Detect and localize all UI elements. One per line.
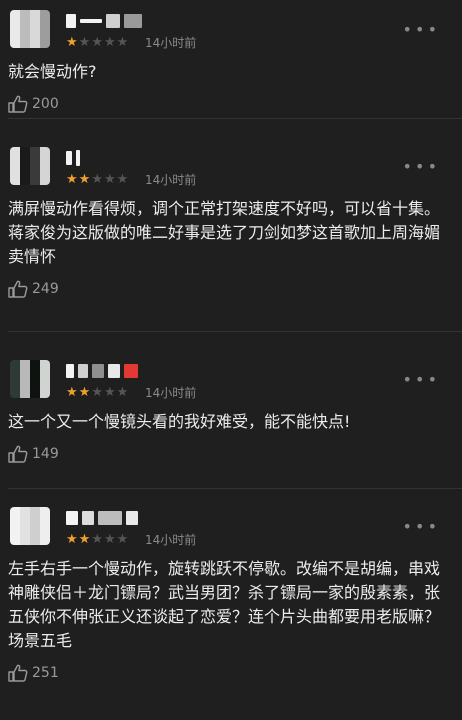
- star-icon: ★: [116, 35, 130, 50]
- like-button[interactable]: 251: [8, 653, 450, 693]
- thumbs-up-icon: [8, 95, 28, 113]
- star-icon: ★: [78, 172, 92, 187]
- star-icon: ★: [66, 385, 79, 400]
- star-icon: ★: [66, 532, 79, 547]
- star-icon: ★: [103, 172, 117, 187]
- star-icon: ★: [78, 35, 92, 50]
- comment-item: ★★★★★ 14小时前 • • • 左手右手一个慢动作，旋转跳跃不停歇。改编不是…: [0, 489, 462, 719]
- like-count: 149: [32, 446, 59, 462]
- star-icon: ★: [66, 35, 79, 50]
- comment-item: ★★★★★ 14小时前 • • • 满屏慢动作看得烦，调个正常打架速度不好吗，可…: [0, 119, 462, 331]
- comment-text: 这一个又一个慢镜头看的我好难受，能不能快点!: [8, 412, 351, 431]
- star-icon: ★: [91, 385, 104, 400]
- comment-item: ★★★★★ 14小时前 • • • 就会慢动作? 200: [0, 0, 462, 118]
- more-dots-icon[interactable]: • • •: [403, 370, 437, 389]
- thumbs-up-icon: [8, 280, 28, 298]
- username-blurred[interactable]: [66, 362, 138, 380]
- comment-header: ★★★★★ 14小时前 • • •: [8, 350, 450, 408]
- avatar[interactable]: [10, 507, 50, 545]
- like-count: 251: [32, 665, 59, 681]
- more-dots-icon[interactable]: • • •: [403, 157, 437, 176]
- star-rating: ★★★★★: [66, 36, 129, 50]
- username-blurred[interactable]: [66, 12, 142, 30]
- thumbs-up-icon: [8, 664, 28, 682]
- like-count: 200: [32, 96, 59, 112]
- timestamp: 14小时前: [145, 36, 197, 50]
- star-icon: ★: [91, 172, 104, 187]
- star-icon: ★: [91, 532, 104, 547]
- timestamp: 14小时前: [145, 173, 197, 187]
- avatar[interactable]: [10, 360, 50, 398]
- more-dots-icon[interactable]: • • •: [403, 20, 437, 39]
- comment-text: 左手右手一个慢动作，旋转跳跃不停歇。改编不是胡编，串戏神雕侠侣＋龙门镖局？武当男…: [8, 559, 441, 650]
- comment-text: 就会慢动作?: [8, 62, 97, 81]
- star-icon: ★: [103, 35, 117, 50]
- comment-feed: ★★★★★ 14小时前 • • • 就会慢动作? 200 ★★★★★ 14小时前…: [0, 0, 462, 720]
- star-rating: ★★★★★: [66, 386, 129, 400]
- star-icon: ★: [116, 172, 130, 187]
- thumbs-up-icon: [8, 445, 28, 463]
- star-icon: ★: [78, 532, 92, 547]
- username-blurred[interactable]: [66, 509, 138, 527]
- timestamp: 14小时前: [145, 533, 197, 547]
- star-icon: ★: [116, 532, 130, 547]
- comment-header: ★★★★★ 14小时前 • • •: [8, 0, 450, 58]
- comment-item: ★★★★★ 14小时前 • • • 这一个又一个慢镜头看的我好难受，能不能快点!…: [0, 332, 462, 488]
- more-dots-icon[interactable]: • • •: [403, 517, 437, 536]
- like-button[interactable]: 200: [8, 84, 450, 124]
- star-icon: ★: [103, 385, 117, 400]
- avatar[interactable]: [10, 10, 50, 48]
- comment-text: 满屏慢动作看得烦，调个正常打架速度不好吗，可以省十集。蒋家俊为这版做的唯二好事是…: [8, 199, 441, 266]
- star-icon: ★: [91, 35, 104, 50]
- like-button[interactable]: 249: [8, 269, 450, 309]
- star-rating: ★★★★★: [66, 533, 129, 547]
- star-icon: ★: [116, 385, 130, 400]
- like-count: 249: [32, 281, 59, 297]
- star-icon: ★: [66, 172, 79, 187]
- username-blurred[interactable]: [66, 149, 80, 167]
- avatar[interactable]: [10, 147, 50, 185]
- like-button[interactable]: 149: [8, 434, 450, 474]
- star-icon: ★: [103, 532, 117, 547]
- star-icon: ★: [78, 385, 92, 400]
- comment-header: ★★★★★ 14小时前 • • •: [8, 137, 450, 195]
- timestamp: 14小时前: [145, 386, 197, 400]
- comment-header: ★★★★★ 14小时前 • • •: [8, 497, 450, 555]
- star-rating: ★★★★★: [66, 173, 129, 187]
